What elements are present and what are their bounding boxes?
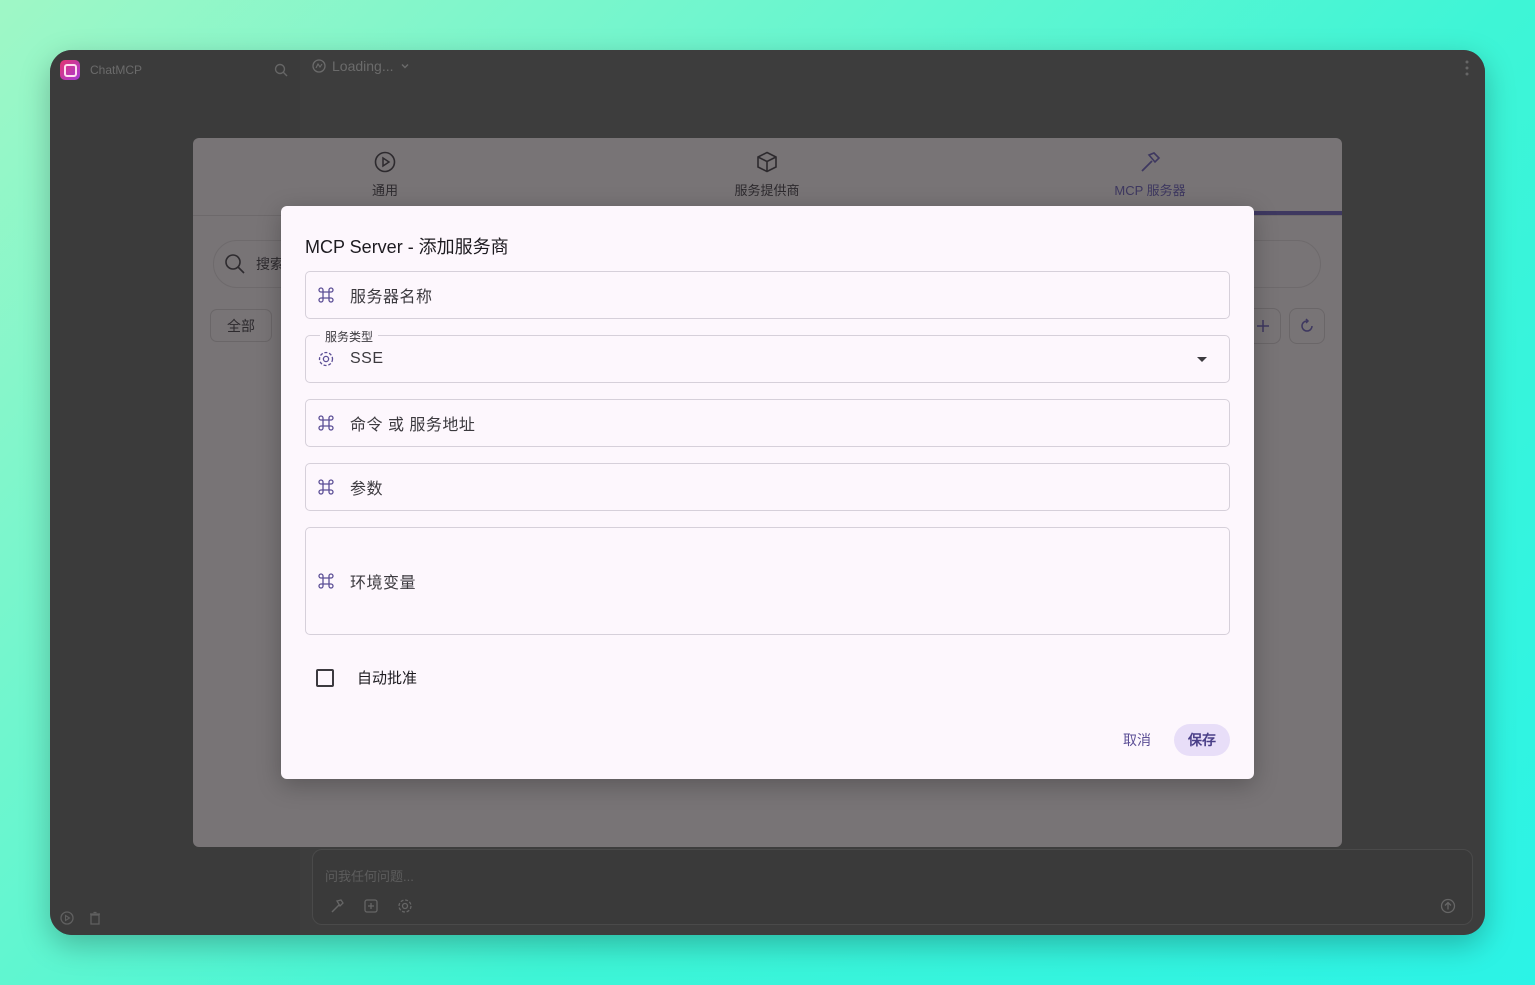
command-key-icon xyxy=(316,571,336,591)
args-field[interactable]: 参数 xyxy=(305,463,1230,511)
server-name-placeholder: 服务器名称 xyxy=(350,289,433,306)
composer-placeholder: 问我任何问题... xyxy=(325,869,414,884)
box-icon xyxy=(757,151,777,173)
auto-approve-checkbox[interactable] xyxy=(316,668,334,687)
env-placeholder: 环境变量 xyxy=(350,575,417,592)
auto-approve-row[interactable]: 自动批准 xyxy=(316,667,417,688)
command-key-icon xyxy=(316,413,336,433)
model-icon xyxy=(312,59,326,73)
chat-composer[interactable]: 问我任何问题... xyxy=(312,849,1473,925)
tab-general-label: 通用 xyxy=(371,183,398,198)
refresh-button[interactable] xyxy=(1289,308,1325,344)
env-field[interactable]: 环境变量 xyxy=(305,527,1230,635)
trash-icon[interactable] xyxy=(88,911,102,925)
dropdown-arrow-icon xyxy=(1197,357,1207,362)
filter-all-chip[interactable]: 全部 xyxy=(210,309,272,342)
add-mcp-server-dialog: MCP Server - 添加服务商 服务器名称 服务类型 SSE 命令 或 服… xyxy=(281,206,1254,779)
tab-mcp-servers[interactable]: MCP 服务器 xyxy=(1050,150,1250,199)
search-icon[interactable] xyxy=(274,63,288,77)
sidebar-footer xyxy=(60,911,102,925)
command-key-icon xyxy=(316,477,336,497)
tab-providers[interactable]: 服务提供商 xyxy=(667,150,867,199)
app-name: ChatMCP xyxy=(90,63,143,77)
hammer-icon xyxy=(1141,152,1161,172)
model-selector[interactable]: Loading... xyxy=(312,58,410,74)
add-box-icon[interactable] xyxy=(363,898,379,914)
service-type-select[interactable]: 服务类型 SSE xyxy=(305,328,1230,383)
more-vert-icon[interactable] xyxy=(1465,60,1469,76)
command-placeholder: 命令 或 服务地址 xyxy=(350,417,476,434)
sidebar-header: ChatMCP xyxy=(60,60,290,80)
model-selector-label: Loading... xyxy=(332,58,394,74)
command-field[interactable]: 命令 或 服务地址 xyxy=(305,399,1230,447)
args-placeholder: 参数 xyxy=(350,481,384,498)
service-type-value: SSE xyxy=(350,350,384,367)
tab-general[interactable]: 通用 xyxy=(285,150,485,199)
gear-icon xyxy=(316,349,336,369)
tab-providers-label: 服务提供商 xyxy=(734,183,800,198)
chevron-down-icon xyxy=(401,64,408,69)
dialog-title: MCP Server - 添加服务商 xyxy=(305,237,509,257)
general-icon xyxy=(374,151,396,173)
settings-tabs: 通用 服务提供商 MCP 服务器 xyxy=(193,138,1342,216)
play-circle-icon[interactable] xyxy=(60,911,74,925)
settings-icon[interactable] xyxy=(397,898,413,914)
app-logo xyxy=(60,60,80,80)
composer-tools xyxy=(329,898,413,914)
tab-mcp-servers-label: MCP 服务器 xyxy=(1114,183,1186,198)
service-type-label: 服务类型 xyxy=(320,328,379,345)
search-icon xyxy=(225,254,245,274)
cancel-button[interactable]: 取消 xyxy=(1111,724,1163,756)
plus-icon xyxy=(1257,320,1269,332)
settings-search-placeholder: 搜索 xyxy=(256,256,284,272)
refresh-icon xyxy=(1301,318,1313,332)
send-icon[interactable] xyxy=(1440,898,1456,914)
server-name-field[interactable]: 服务器名称 xyxy=(305,271,1230,319)
save-button[interactable]: 保存 xyxy=(1174,724,1230,756)
hammer-icon[interactable] xyxy=(329,898,345,914)
active-tab-indicator xyxy=(1251,211,1342,215)
auto-approve-label: 自动批准 xyxy=(357,670,418,687)
command-key-icon xyxy=(316,285,336,305)
